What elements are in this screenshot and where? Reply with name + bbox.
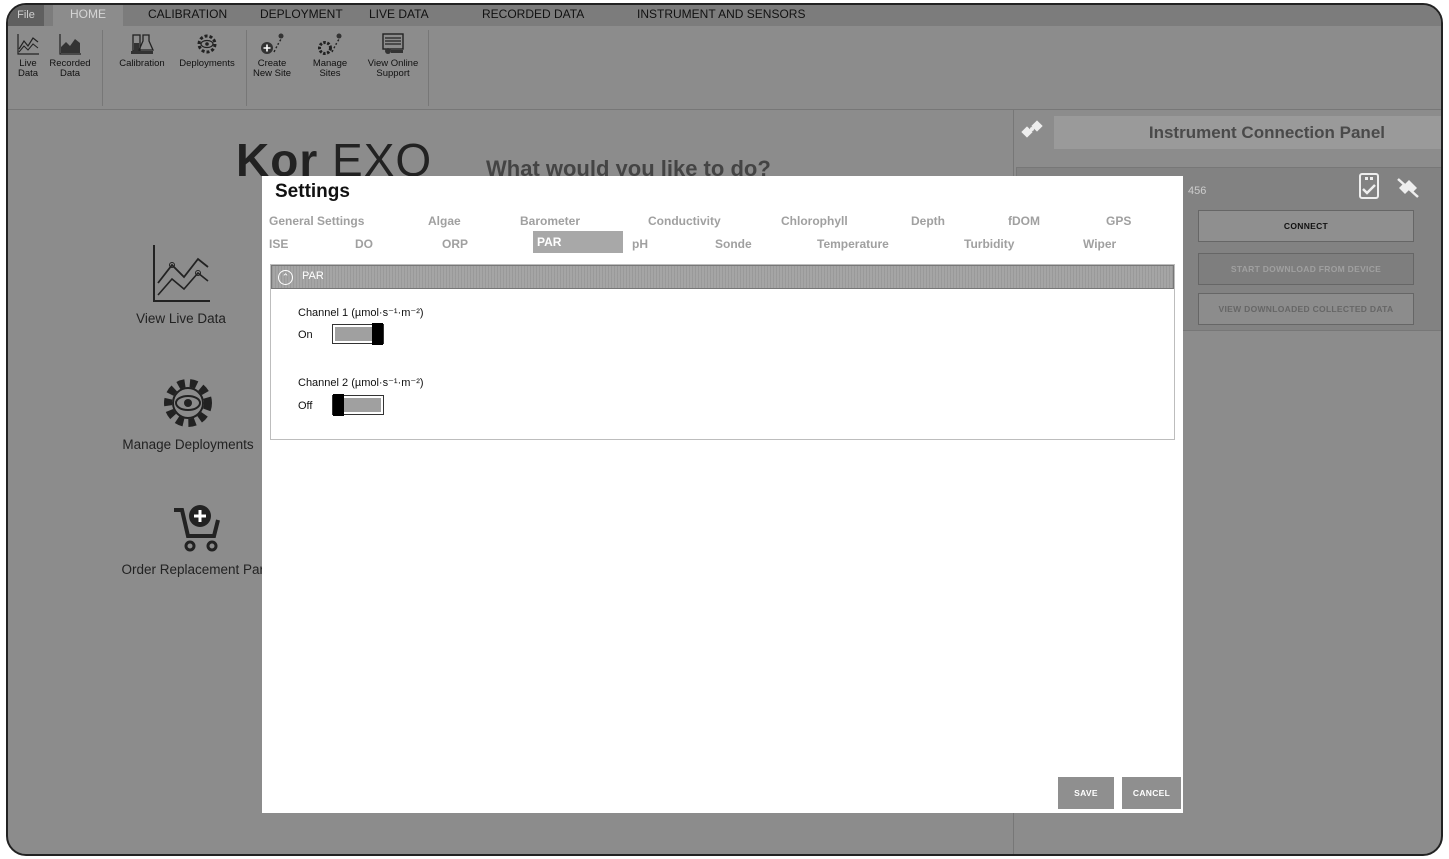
cancel-button[interactable]: CANCEL (1122, 777, 1181, 809)
flask-icon (131, 34, 155, 54)
menu-file[interactable]: File (8, 5, 44, 26)
tab-wiper[interactable]: Wiper (1083, 237, 1116, 251)
save-button[interactable]: SAVE (1058, 777, 1114, 809)
tab-fdom[interactable]: fDOM (1008, 214, 1040, 228)
par-section-header[interactable]: ⌃ PAR (271, 265, 1174, 289)
tab-ise[interactable]: ISE (269, 237, 288, 251)
tab-algae[interactable]: Algae (428, 214, 461, 228)
ribbon-live-data-button[interactable]: Live Data (14, 32, 42, 79)
tile-label: Manage Deployments (122, 437, 254, 452)
toggle-fill (335, 327, 372, 341)
tab-par[interactable]: PAR (533, 231, 623, 253)
collapse-icon[interactable]: ⌃ (278, 270, 293, 285)
view-live-data-tile[interactable]: View Live Data (116, 243, 246, 326)
tab-ph[interactable]: pH (632, 237, 648, 251)
disconnect-plug-icon (1397, 178, 1419, 198)
ribbon-label: New Site (253, 68, 292, 79)
gear-eye-icon (164, 379, 212, 427)
tab-turbidity[interactable]: Turbidity (964, 237, 1014, 251)
channel-1-state: On (298, 329, 313, 341)
satellite-icon (1013, 116, 1055, 148)
menu-bar: File HOME CALIBRATION DEPLOYMENT LIVE DA… (8, 5, 1441, 27)
tile-label: View Live Data (136, 311, 226, 326)
channel-1-toggle[interactable] (332, 323, 384, 345)
ribbon-divider (246, 30, 247, 106)
ribbon-label: Deployments (179, 58, 235, 69)
ribbon-label: Support (376, 68, 410, 79)
section-title: PAR (302, 270, 324, 282)
tab-chlorophyll[interactable]: Chlorophyll (781, 214, 848, 228)
tab-general-settings[interactable]: General Settings (269, 214, 364, 228)
tab-orp[interactable]: ORP (442, 237, 468, 251)
channel-1-label: Channel 1 (µmol·s⁻¹·m⁻²) (298, 307, 424, 319)
tab-sonde[interactable]: Sonde (715, 237, 752, 251)
gear-eye-icon (197, 34, 217, 54)
device-serial: 456 (1188, 185, 1207, 197)
menu-calibration[interactable]: CALIBRATION (148, 7, 227, 21)
shopping-cart-add-icon (174, 505, 220, 552)
line-chart-icon (17, 34, 39, 55)
ribbon-manage-sites-button[interactable]: Manage Sites (312, 32, 348, 79)
toggle-knob[interactable] (372, 323, 383, 345)
tab-temperature[interactable]: Temperature (817, 237, 889, 251)
ribbon: Live Data Recorded Data Calibration Depl… (8, 26, 1441, 110)
add-site-icon (261, 33, 284, 54)
monitor-support-icon (382, 33, 404, 54)
tab-barometer[interactable]: Barometer (520, 214, 580, 228)
ribbon-label: Sites (319, 68, 341, 79)
connect-button[interactable]: CONNECT (1198, 210, 1414, 242)
tab-do[interactable]: DO (355, 237, 373, 251)
menu-recorded-data[interactable]: RECORDED DATA (482, 7, 584, 21)
line-chart-icon (153, 245, 210, 302)
usb-check-icon (1359, 173, 1379, 199)
channel-2-state: Off (298, 400, 313, 412)
ribbon-recorded-data-button[interactable]: Recorded Data (46, 32, 94, 79)
ribbon-divider (428, 30, 429, 106)
menu-instrument-and-sensors[interactable]: INSTRUMENT AND SENSORS (637, 7, 805, 21)
view-downloaded-data-button[interactable]: VIEW DOWNLOADED COLLECTED DATA (1198, 293, 1414, 325)
manage-sites-icon (318, 33, 342, 55)
ribbon-deployments-button[interactable]: Deployments (172, 32, 242, 69)
toggle-knob[interactable] (333, 394, 344, 416)
par-section: ⌃ PAR Channel 1 (µmol·s⁻¹·m⁻²) On Channe… (270, 264, 1175, 440)
manage-deployments-tile[interactable]: Manage Deployments (108, 375, 268, 452)
ribbon-create-site-button[interactable]: Create New Site (253, 32, 291, 79)
tab-conductivity[interactable]: Conductivity (648, 214, 721, 228)
start-download-button[interactable]: START DOWNLOAD FROM DEVICE (1198, 253, 1414, 285)
dialog-title: Settings (275, 181, 350, 202)
ribbon-label: Calibration (119, 58, 165, 69)
ribbon-view-support-button[interactable]: View Online Support (358, 32, 428, 79)
ribbon-divider (102, 30, 103, 106)
tab-depth[interactable]: Depth (911, 214, 945, 228)
channel-2-toggle[interactable] (332, 394, 384, 416)
ribbon-label: Data (59, 68, 81, 79)
menu-home[interactable]: HOME (53, 5, 123, 27)
instrument-connection-panel-title: Instrument Connection Panel (1054, 116, 1441, 149)
settings-dialog: Settings General Settings Algae Baromete… (262, 176, 1183, 813)
area-chart-icon (59, 34, 81, 55)
tab-gps[interactable]: GPS (1106, 214, 1131, 228)
channel-2-label: Channel 2 (µmol·s⁻¹·m⁻²) (298, 377, 424, 389)
menu-deployment[interactable]: DEPLOYMENT (260, 7, 343, 21)
ribbon-label: Data (17, 68, 39, 79)
toggle-fill (344, 398, 381, 412)
ribbon-calibration-button[interactable]: Calibration (114, 32, 170, 69)
menu-live-data[interactable]: LIVE DATA (369, 7, 429, 21)
